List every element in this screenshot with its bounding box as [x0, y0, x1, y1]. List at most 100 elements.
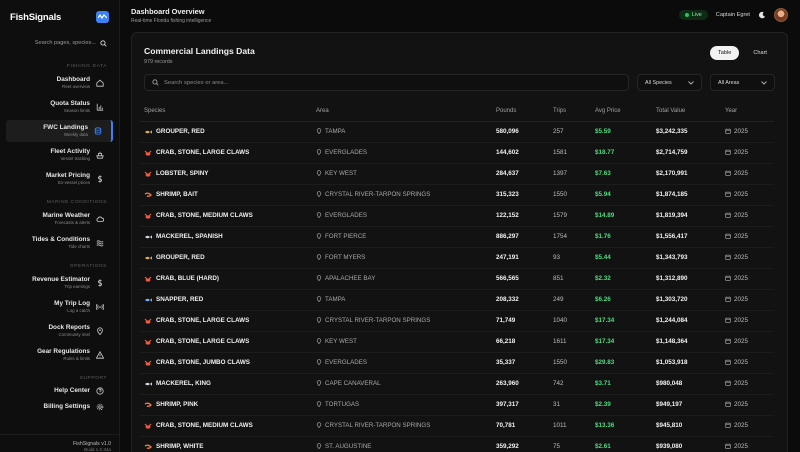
- sidebar-item-dashboard[interactable]: Dashboard Fleet overview: [6, 72, 113, 94]
- year-value: 2025: [734, 254, 749, 261]
- cell-species: CRAB, STONE, LARGE CLAWS: [140, 310, 312, 332]
- calendar-icon: [725, 170, 731, 178]
- cell-pounds: 580,096: [492, 121, 549, 143]
- sidebar-item-fwc-landings[interactable]: FWC Landings Weekly data: [6, 120, 113, 142]
- brand-name[interactable]: FishSignals: [10, 12, 61, 23]
- table-row[interactable]: CRAB, STONE, MEDIUM CLAWS EVERGLADES 122,1…: [140, 205, 774, 227]
- table-row[interactable]: CRAB, STONE, LARGE CLAWS EVERGLADES 144,60…: [140, 142, 774, 164]
- species-name: CRAB, STONE, LARGE CLAWS: [156, 338, 250, 345]
- sidebar-item-sub: Forecasts & alerts: [54, 220, 90, 225]
- avatar[interactable]: [774, 8, 788, 22]
- species-name: MACKEREL, SPANISH: [156, 233, 223, 240]
- year-value: 2025: [734, 191, 749, 198]
- cell-avg-price: $17.34: [591, 310, 652, 332]
- species-filter-select[interactable]: All Species: [637, 74, 702, 91]
- table-row[interactable]: SHRIMP, WHITE ST. AUGUSTINE 359,292 75 $2.61…: [140, 436, 774, 452]
- sidebar-item-tides-conditions[interactable]: Tides & Conditions Tide charts: [6, 232, 113, 254]
- cell-area: TAMPA: [312, 289, 492, 311]
- cell-year: 2025: [721, 436, 774, 452]
- sidebar-search[interactable]: Search pages, species...: [0, 36, 119, 50]
- table-row[interactable]: CRAB, STONE, LARGE CLAWS CRYSTAL RIVER-TA…: [140, 310, 774, 332]
- table-row[interactable]: CRAB, STONE, MEDIUM CLAWS CRYSTAL RIVER-T…: [140, 415, 774, 437]
- area-name: TORTUGAS: [325, 401, 360, 408]
- topbar: Dashboard Overview Real-time Florida fis…: [120, 0, 800, 30]
- table-row[interactable]: MACKEREL, KING CAPE CANAVERAL 263,960 742 $3…: [140, 373, 774, 395]
- user-name[interactable]: Captain Egret: [716, 12, 750, 18]
- table-row[interactable]: CRAB, BLUE (HARD) APALACHEE BAY 566,565 851…: [140, 268, 774, 290]
- sidebar-item-sub: Trip earnings: [64, 284, 90, 289]
- sidebar-item-sub: Ex-vessel prices: [58, 180, 90, 185]
- table-row[interactable]: GROUPER, RED FORT MYERS 247,191 93 $5.44 $1,3…: [140, 247, 774, 269]
- areas-filter-select[interactable]: All Areas: [710, 74, 775, 91]
- species-filter-value: All Species: [645, 79, 672, 86]
- sidebar-item-marine-weather[interactable]: Marine Weather Forecasts & alerts: [6, 208, 113, 230]
- table-row[interactable]: SHRIMP, PINK TORTUGAS 397,317 31 $2.39 $949,1…: [140, 394, 774, 416]
- sidebar-item-label: Help Center: [54, 387, 90, 394]
- calendar-icon: [725, 254, 731, 262]
- table-row[interactable]: SHRIMP, BAIT CRYSTAL RIVER-TARPON SPRINGS…: [140, 184, 774, 206]
- sidebar-item-my-trip-log[interactable]: My Trip Log Log a catch: [6, 296, 113, 318]
- table-row[interactable]: SNAPPER, RED TAMPA 208,332 249 $6.26 $1,303,7…: [140, 289, 774, 311]
- cell-species: LOBSTER, SPINY: [140, 163, 312, 185]
- area-name: ST. AUGUSTINE: [325, 443, 372, 450]
- table-row[interactable]: GROUPER, RED TAMPA 580,096 257 $5.59 $3,242,3…: [140, 121, 774, 143]
- calendar-icon: [725, 317, 731, 325]
- table-row[interactable]: CRAB, STONE, LARGE CLAWS KEY WEST 66,218 16…: [140, 331, 774, 353]
- table-row[interactable]: MACKEREL, SPANISH FORT PIERCE 886,297 1754 $…: [140, 226, 774, 248]
- map-pin-icon: [316, 379, 322, 388]
- cell-pounds: 284,637: [492, 163, 549, 185]
- cell-avg-price: $17.34: [591, 331, 652, 353]
- column-header-area[interactable]: Area: [312, 101, 492, 122]
- gear-icon: [96, 403, 104, 411]
- cell-total-value: $1,053,918: [652, 352, 721, 374]
- search-icon: [152, 79, 159, 86]
- ship-icon: [96, 151, 104, 159]
- cell-total-value: $939,080: [652, 436, 721, 452]
- cell-area: FORT PIERCE: [312, 226, 492, 248]
- calendar-icon: [725, 212, 731, 220]
- species-icon: [144, 339, 152, 345]
- wave-logo-icon[interactable]: [96, 11, 109, 23]
- page-subtitle: Real-time Florida fishing intelligence: [131, 17, 212, 24]
- column-header-total-value[interactable]: Total Value: [652, 101, 721, 122]
- table-row[interactable]: LOBSTER, SPINY KEY WEST 284,637 1397 $7.63 $2…: [140, 163, 774, 185]
- sidebar-item-quota-status[interactable]: Quota Status Season limits: [6, 96, 113, 118]
- species-search-input[interactable]: Search species or area...: [144, 74, 629, 91]
- cell-year: 2025: [721, 205, 774, 227]
- column-header-pounds[interactable]: Pounds: [492, 101, 549, 122]
- sidebar-item-label: Dashboard: [56, 76, 90, 83]
- year-value: 2025: [734, 338, 749, 345]
- table-row[interactable]: CRAB, STONE, JUMBO CLAWS EVERGLADES 35,337…: [140, 352, 774, 374]
- sidebar-item-revenue-estimator[interactable]: Revenue Estimator Trip earnings: [6, 272, 113, 294]
- sidebar-item-gear-regulations[interactable]: Gear Regulations Rules & limits: [6, 344, 113, 366]
- moon-icon[interactable]: [758, 11, 766, 19]
- map-pin-icon: [316, 127, 322, 136]
- cell-avg-price: $2.39: [591, 394, 652, 416]
- landings-card: Commercial Landings Data 979 records Tab…: [131, 32, 788, 452]
- table-view-button[interactable]: Table: [709, 46, 740, 60]
- sidebar-item-market-pricing[interactable]: Market Pricing Ex-vessel prices: [6, 168, 113, 190]
- cell-pounds: 886,297: [492, 226, 549, 248]
- column-header-year[interactable]: Year: [721, 101, 774, 122]
- sidebar-item-label: Billing Settings: [43, 403, 90, 410]
- cell-year: 2025: [721, 415, 774, 437]
- cell-area: FORT MYERS: [312, 247, 492, 269]
- cell-trips: 31: [549, 394, 591, 416]
- cell-trips: 742: [549, 373, 591, 395]
- chart-view-button[interactable]: Chart: [745, 46, 775, 60]
- cell-pounds: 70,781: [492, 415, 549, 437]
- cell-avg-price: $13.36: [591, 415, 652, 437]
- sidebar-item-dock-reports[interactable]: Dock Reports Community intel: [6, 320, 113, 342]
- sidebar-item-help-center[interactable]: Help Center: [6, 384, 113, 398]
- column-header-trips[interactable]: Trips: [549, 101, 591, 122]
- cell-pounds: 144,602: [492, 142, 549, 164]
- cell-year: 2025: [721, 226, 774, 248]
- cell-species: SHRIMP, BAIT: [140, 184, 312, 206]
- sidebar-item-billing-settings[interactable]: Billing Settings: [6, 400, 113, 414]
- column-header-avg-price[interactable]: Avg Price: [591, 101, 652, 122]
- cell-area: TAMPA: [312, 121, 492, 143]
- main: Dashboard Overview Real-time Florida fis…: [120, 0, 800, 452]
- sidebar-item-fleet-activity[interactable]: Fleet Activity Vessel tracking: [6, 144, 113, 166]
- column-header-species[interactable]: Species: [140, 101, 312, 122]
- cell-trips: 249: [549, 289, 591, 311]
